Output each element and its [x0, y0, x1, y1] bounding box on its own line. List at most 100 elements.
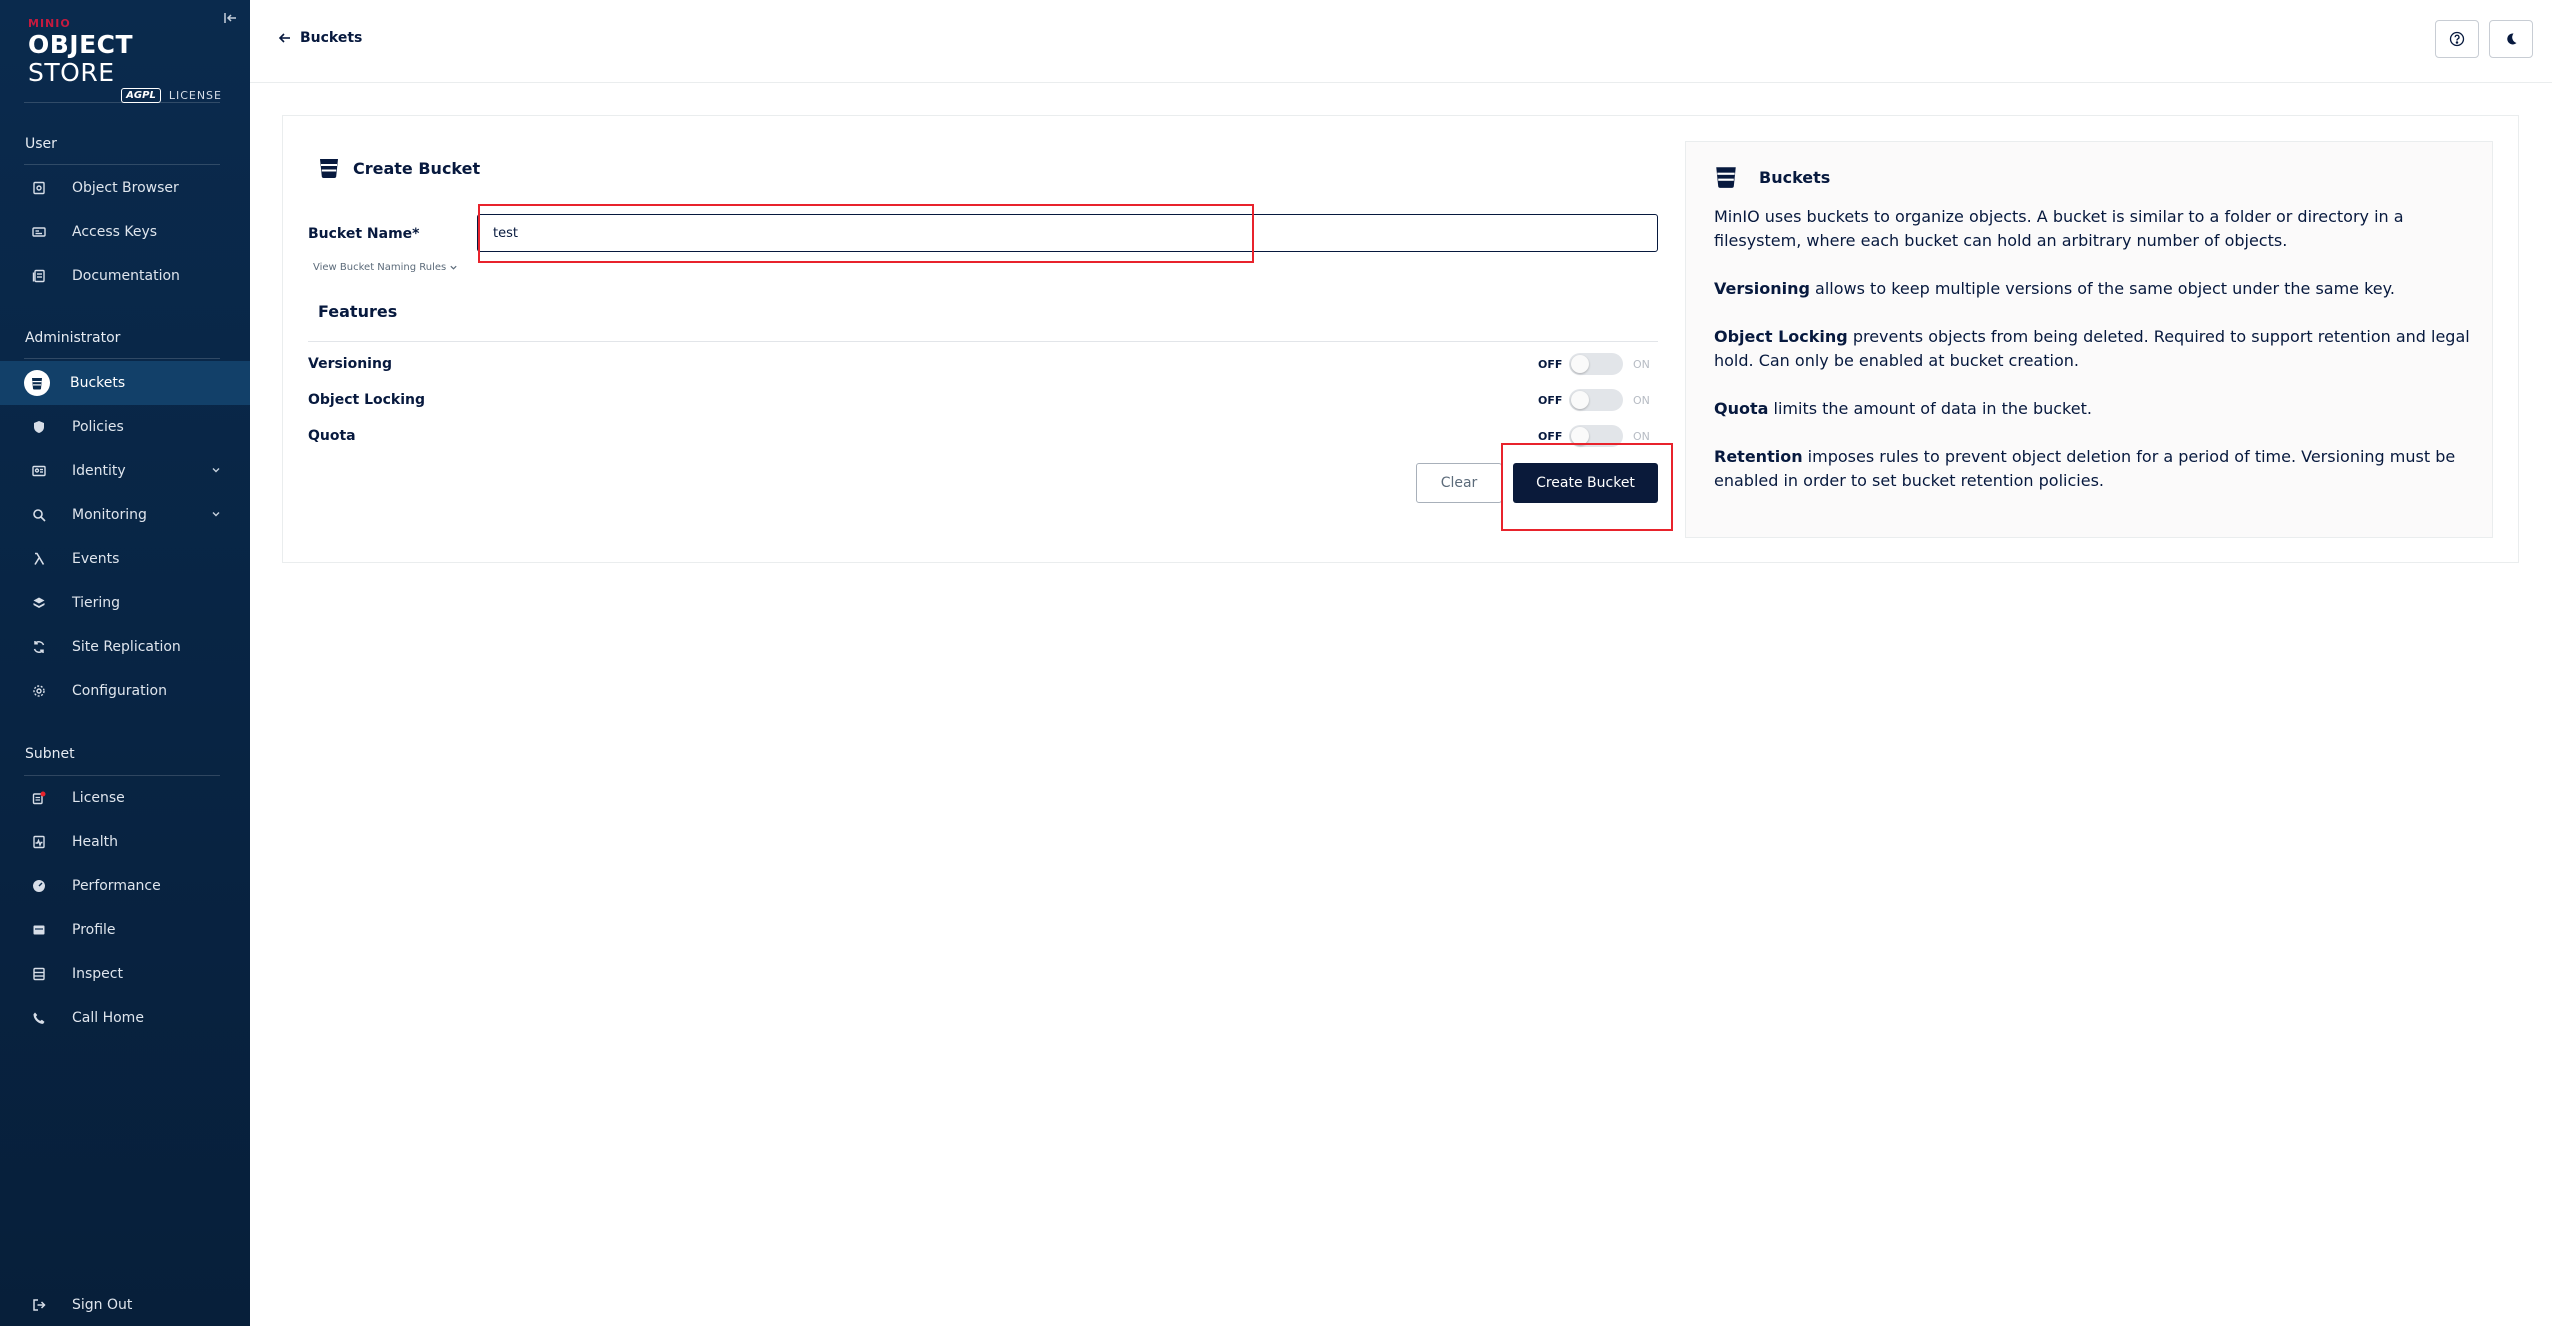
naming-rules-link[interactable]: View Bucket Naming Rules — [313, 262, 458, 273]
sidebar-item-label: Tiering — [72, 595, 121, 611]
sidebar-item-call-home[interactable]: Call Home — [0, 996, 250, 1040]
bucket-icon — [320, 159, 338, 178]
logo-agpl: AGPL — [121, 88, 161, 103]
features-divider — [308, 341, 1658, 342]
switch-on-label: ON — [1633, 358, 1650, 371]
sidebar-item-monitoring[interactable]: Monitoring — [0, 493, 250, 537]
help-text: imposes rules to prevent object deletion… — [1714, 447, 2456, 490]
logo-license-row: AGPL LICENSE — [28, 88, 222, 103]
switch-on-label: ON — [1633, 394, 1650, 407]
site-replication-icon — [32, 640, 46, 654]
collapse-sidebar-icon[interactable] — [222, 10, 238, 26]
license-icon — [32, 791, 46, 805]
help-object-locking: Object Locking prevents objects from bei… — [1714, 325, 2474, 373]
switch-off-label: OFF — [1538, 394, 1563, 407]
sidebar-item-buckets[interactable]: Buckets — [0, 361, 250, 405]
page-header: Buckets — [250, 0, 2552, 83]
bucket-icon — [24, 370, 50, 396]
chevron-down-icon[interactable] — [210, 508, 222, 520]
section-title-subnet: Subnet — [25, 746, 75, 762]
moon-icon — [2507, 33, 2517, 45]
help-quota: Quota limits the amount of data in the b… — [1714, 397, 2474, 421]
sidebar-item-configuration[interactable]: Configuration — [0, 669, 250, 713]
feature-label-versioning: Versioning — [308, 356, 392, 372]
sidebar-item-label: Health — [72, 834, 118, 850]
versioning-toggle[interactable] — [1569, 353, 1623, 375]
help-term: Versioning — [1714, 279, 1810, 298]
sidebar-item-profile[interactable]: Profile — [0, 908, 250, 952]
annotation-highlight-create — [1501, 443, 1673, 531]
sidebar-item-label: Access Keys — [72, 224, 158, 240]
documentation-icon — [32, 269, 46, 283]
lambda-icon — [32, 552, 46, 566]
sidebar-item-license[interactable]: License — [0, 776, 250, 820]
logo-product-bold: OBJECT — [28, 30, 134, 59]
feature-label-quota: Quota — [308, 428, 356, 444]
sidebar-item-label: Monitoring — [72, 507, 147, 523]
sidebar-item-inspect[interactable]: Inspect — [0, 952, 250, 996]
logo-product-light: STORE — [28, 58, 115, 87]
feature-label-object-locking: Object Locking — [308, 392, 426, 408]
breadcrumb: Buckets — [300, 30, 363, 46]
sidebar-item-site-replication[interactable]: Site Replication — [0, 625, 250, 669]
access-keys-icon — [32, 225, 46, 239]
sidebar-item-label: Inspect — [72, 966, 123, 982]
clear-button[interactable]: Clear — [1416, 463, 1502, 503]
help-button[interactable] — [2435, 20, 2479, 58]
sidebar-divider — [24, 358, 220, 359]
sidebar-item-label: Sign Out — [72, 1297, 133, 1313]
sidebar-item-tiering[interactable]: Tiering — [0, 581, 250, 625]
sidebar-item-label: Site Replication — [72, 639, 181, 655]
features-title: Features — [318, 302, 398, 321]
help-retention: Retention imposes rules to prevent objec… — [1714, 445, 2474, 493]
gear-icon — [32, 684, 46, 698]
section-title-administrator: Administrator — [25, 330, 121, 346]
sidebar-divider — [24, 102, 220, 103]
theme-toggle-button[interactable] — [2489, 20, 2533, 58]
sidebar-item-object-browser[interactable]: Object Browser — [0, 166, 250, 210]
page-title: Create Bucket — [353, 158, 481, 178]
object-browser-icon — [32, 181, 46, 195]
switch-off-label: OFF — [1538, 358, 1563, 371]
bucket-name-label: Bucket Name* — [308, 226, 420, 242]
performance-icon — [32, 879, 46, 893]
monitoring-icon — [32, 508, 46, 522]
sidebar-item-label: Object Browser — [72, 180, 179, 196]
object-locking-toggle[interactable] — [1569, 389, 1623, 411]
chevron-down-icon — [450, 265, 457, 270]
back-to-buckets-link[interactable]: Buckets — [278, 30, 362, 46]
sidebar-item-performance[interactable]: Performance — [0, 864, 250, 908]
sidebar-item-documentation[interactable]: Documentation — [0, 254, 250, 298]
sidebar-item-label: Documentation — [72, 268, 180, 284]
sidebar-item-label: Performance — [72, 878, 161, 894]
sign-out-icon — [32, 1298, 46, 1312]
sidebar-item-health[interactable]: Health — [0, 820, 250, 864]
sidebar-item-label: Profile — [72, 922, 116, 938]
help-term: Quota — [1714, 399, 1769, 418]
minio-logo[interactable]: MINIO OBJECT STORE AGPL LICENSE — [28, 17, 228, 103]
sidebar-item-label: Buckets — [70, 375, 126, 391]
sidebar-item-identity[interactable]: Identity — [0, 449, 250, 493]
inspect-icon — [32, 967, 46, 981]
sidebar-item-label: Call Home — [72, 1010, 144, 1026]
sidebar-item-label: License — [72, 790, 125, 806]
logo-brand: MINIO — [28, 17, 71, 30]
bucket-icon — [1716, 167, 1736, 188]
sidebar-item-sign-out[interactable]: Sign Out — [0, 1283, 250, 1327]
help-text: limits the amount of data in the bucket. — [1768, 399, 2092, 418]
toggle-knob — [1571, 355, 1589, 373]
help-heading: Buckets — [1759, 167, 1831, 187]
sidebar-item-events[interactable]: Events — [0, 537, 250, 581]
help-icon — [2449, 31, 2465, 47]
switch-on-label: ON — [1633, 430, 1650, 443]
profile-icon — [32, 923, 46, 937]
chevron-down-icon[interactable] — [210, 464, 222, 476]
sidebar-item-label: Identity — [72, 463, 126, 479]
identity-icon — [32, 464, 46, 478]
sidebar-divider — [24, 164, 220, 165]
sidebar-item-policies[interactable]: Policies — [0, 405, 250, 449]
sidebar-item-access-keys[interactable]: Access Keys — [0, 210, 250, 254]
create-bucket-title: Create Bucket — [317, 156, 480, 180]
help-term: Object Locking — [1714, 327, 1848, 346]
toggle-knob — [1571, 391, 1589, 409]
